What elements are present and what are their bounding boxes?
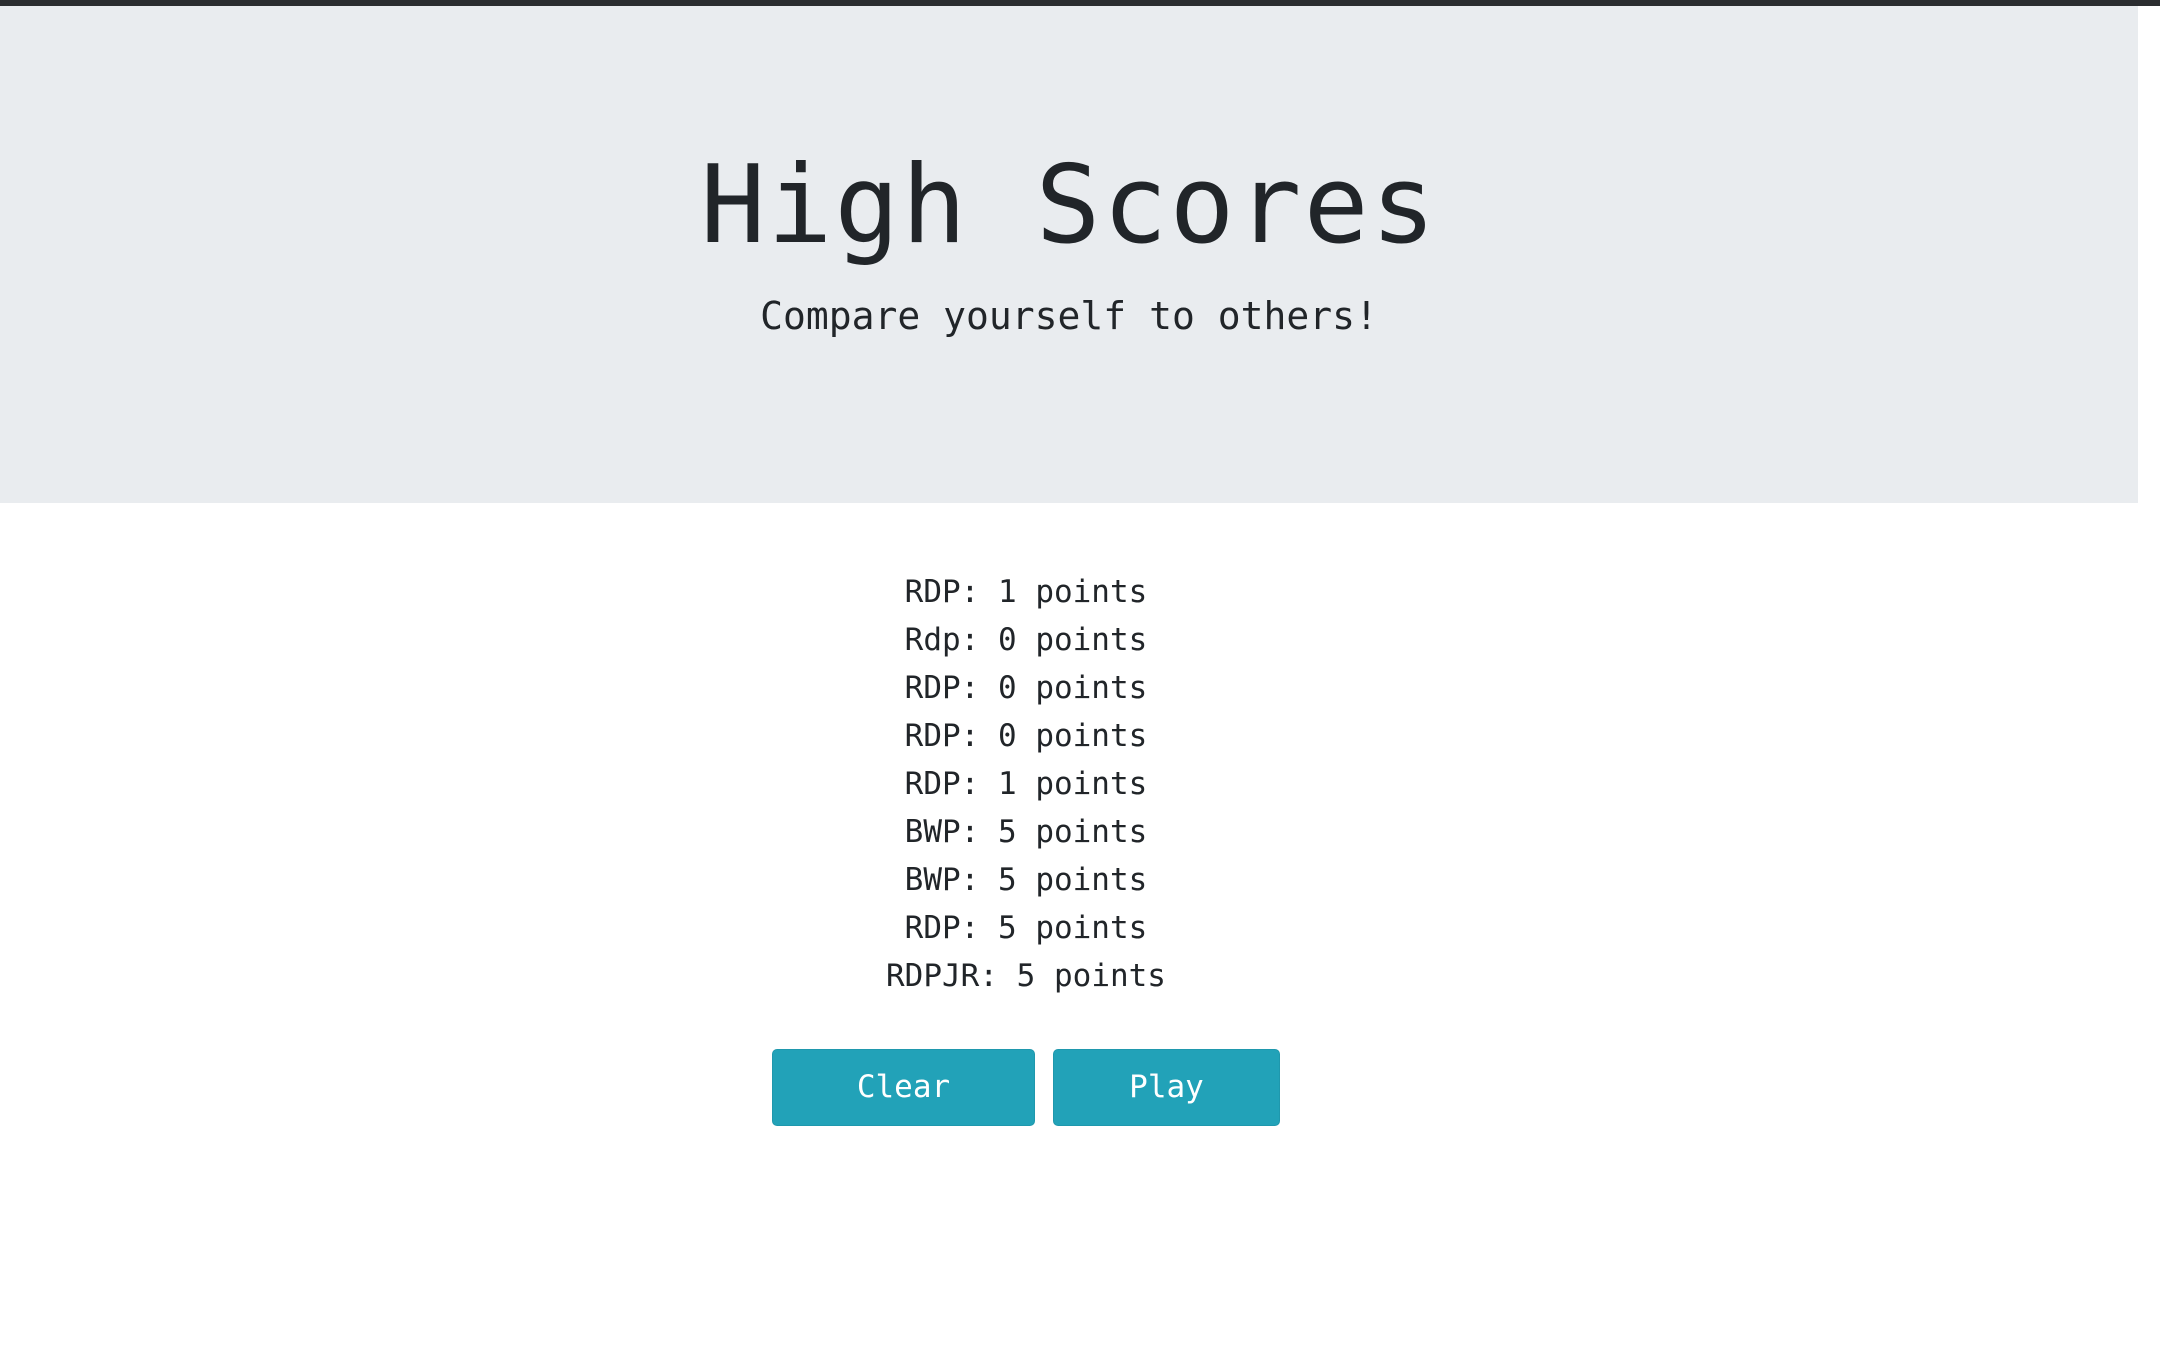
page-subtitle: Compare yourself to others! [760,294,1378,338]
score-entry: BWP: 5 points [904,814,1148,850]
action-buttons: Clear Scores Play Again [0,1049,2052,1180]
clear-scores-button[interactable]: Clear Scores [772,1049,1035,1180]
play-again-button[interactable]: Play Again [1053,1049,1280,1180]
score-entry: RDP: 5 points [904,910,1148,946]
header-jumbotron: High Scores Compare yourself to others! [0,6,2138,503]
score-entry: RDPJR: 5 points [886,958,1166,994]
score-entry: Rdp: 0 points [904,622,1148,658]
score-entry: RDP: 1 points [904,574,1148,610]
score-entry: RDP: 1 points [904,766,1148,802]
score-entry: RDP: 0 points [904,670,1148,706]
high-scores-list: RDP: 1 points Rdp: 0 points RDP: 0 point… [0,568,2052,1000]
page-title: High Scores [700,143,1438,268]
score-entry: RDP: 0 points [904,718,1148,754]
score-entry: BWP: 5 points [904,862,1148,898]
